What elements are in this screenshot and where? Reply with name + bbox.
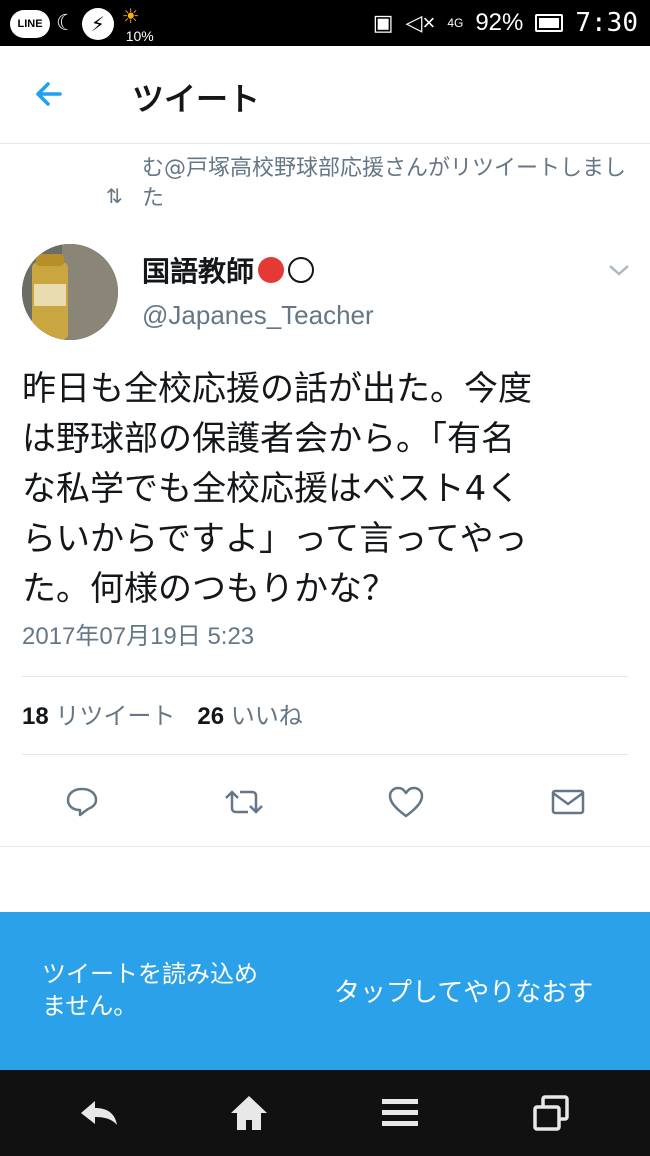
status-bar: LINE ☾ ⚡ ☀ 10% ▣ ◁× 4G 92% 7:30 — [0, 0, 650, 46]
white-circle-icon — [288, 257, 315, 283]
app-header: ツイート — [0, 46, 650, 144]
divider — [0, 846, 650, 847]
clock: 7:30 — [575, 8, 638, 38]
system-icons: ▣ ◁× 4G 92% 7:30 — [373, 0, 638, 46]
like-stat[interactable]: 26 いいね — [197, 696, 302, 731]
retweet-count: 18 — [22, 703, 49, 730]
retweet-stat[interactable]: 18 リツイート — [22, 696, 175, 731]
like-count: 26 — [197, 703, 225, 730]
tweet-stats: 18 リツイート 26 いいね — [22, 696, 303, 731]
retweet-icon: ⇅ — [106, 184, 123, 208]
divider — [22, 754, 628, 755]
menu-icon[interactable] — [375, 1088, 425, 1138]
back-arrow-svg — [36, 82, 62, 106]
battery-icon — [535, 14, 564, 32]
mute-icon: ◁× — [405, 10, 436, 35]
retry-button[interactable]: タップしてやりなおす — [334, 972, 593, 1009]
tweet-timestamp: 2017年07月19日 5:23 — [22, 623, 255, 650]
tweet-actions — [0, 770, 650, 834]
reply-icon[interactable] — [58, 778, 106, 826]
recent-apps-icon[interactable] — [526, 1088, 576, 1138]
load-error-banner[interactable]: ツイートを読み込め ません。 タップしてやりなおす — [0, 912, 650, 1070]
load-error-message: ツイートを読み込め ません。 — [42, 960, 258, 1020]
back-nav-svg — [81, 1101, 117, 1125]
chevron-down-icon[interactable] — [608, 258, 630, 283]
reply-svg — [66, 787, 98, 817]
menu-svg — [382, 1099, 418, 1126]
retweet-svg — [225, 790, 263, 814]
page-title: ツイート — [132, 80, 261, 118]
retweet-action-icon[interactable] — [220, 778, 268, 826]
home-icon[interactable] — [224, 1088, 274, 1138]
signal-icon: 4G — [447, 16, 464, 30]
back-arrow-icon[interactable] — [30, 74, 70, 114]
author-display-name[interactable]: 国語教師 — [142, 250, 254, 290]
author-handle[interactable]: @Japanes_Teacher — [142, 300, 374, 331]
red-circle-icon — [258, 257, 285, 283]
chevron-svg — [609, 265, 629, 276]
avatar-image — [22, 244, 118, 340]
tweet-text: 昨日も全校応援の話が出た。今度 は野球部の保護者会から。「有名 な私学でも全校応… — [22, 369, 532, 609]
heart-icon[interactable] — [382, 778, 430, 826]
precip-percent: 10% — [125, 28, 154, 44]
mail-svg — [551, 789, 585, 815]
heart-svg — [388, 786, 424, 818]
back-nav-icon[interactable] — [74, 1088, 124, 1138]
moon-cloud-icon: ☾ — [56, 11, 76, 36]
like-label: いいね — [230, 703, 303, 730]
system-nav-bar — [0, 1070, 650, 1156]
mail-icon[interactable] — [544, 778, 592, 826]
sun-icon: ☀ — [121, 4, 140, 28]
avatar[interactable] — [22, 244, 118, 340]
vr-icon: ▣ — [372, 10, 394, 35]
retweet-context-text[interactable]: む@戸塚高校野球部応援さんがリツイートしました — [142, 154, 642, 214]
author-name-row[interactable]: 国語教師 — [142, 250, 315, 290]
notification-icons: LINE ☾ ⚡ ☀ 10% — [10, 4, 164, 44]
battery-percent: 92% — [475, 9, 524, 36]
line-icon: LINE — [10, 10, 50, 38]
divider — [22, 676, 628, 677]
weather-icon: ☀ 10% — [120, 4, 164, 44]
bolt-icon: ⚡ — [81, 8, 114, 40]
recent-apps-svg — [533, 1095, 569, 1131]
home-svg — [231, 1096, 267, 1130]
retweet-label: リツイート — [55, 703, 176, 730]
